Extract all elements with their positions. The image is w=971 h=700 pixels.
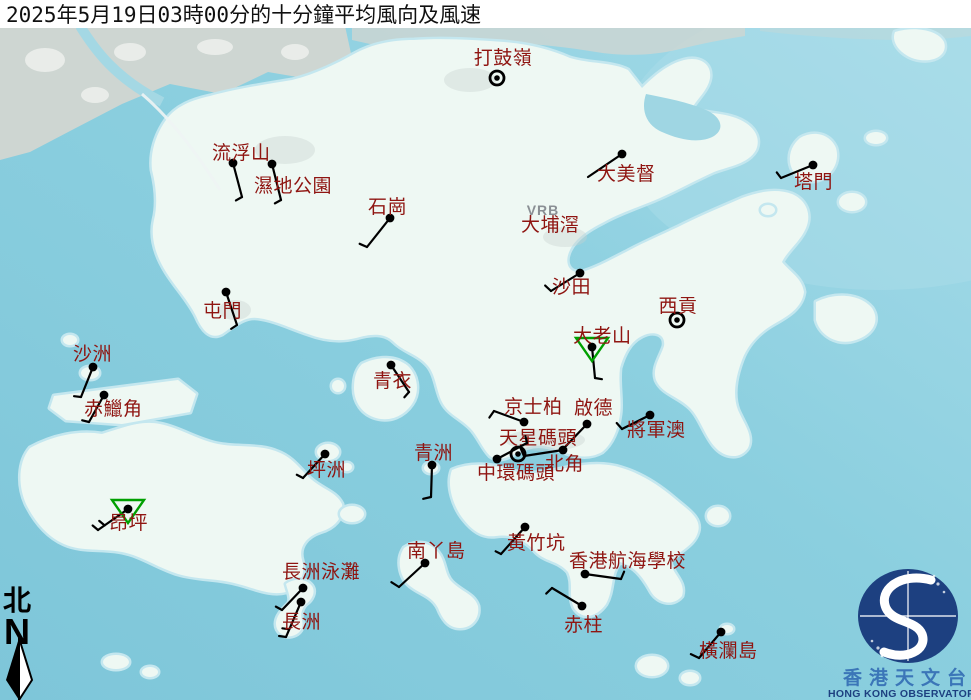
station-label: 打鼓嶺: [474, 47, 533, 69]
land-soko-islands: [103, 655, 129, 669]
station-label: 塔門: [794, 171, 833, 193]
station-label: 坪洲: [307, 459, 346, 481]
urban-patch: [114, 43, 146, 61]
station-dot: [297, 598, 306, 607]
islet: [866, 132, 886, 144]
dot: [936, 582, 939, 585]
station-label: 赤鱲角: [84, 398, 143, 420]
land-high-island: [816, 296, 875, 342]
urban-patch: [81, 87, 109, 103]
station-dot: [520, 418, 529, 427]
islet: [761, 205, 775, 215]
station-dot: [321, 450, 330, 459]
station-label: 啟德: [574, 397, 613, 419]
wind-barb-tick: [595, 378, 602, 379]
dot: [933, 575, 936, 578]
station-dot: [646, 411, 655, 420]
dot: [881, 655, 884, 658]
station-label: 將軍澳: [627, 419, 686, 441]
wind-barb-tick: [74, 396, 81, 397]
wind-barb-tick: [525, 436, 527, 443]
islet: [839, 193, 865, 211]
station-label: 流浮山: [212, 142, 271, 164]
station-label: 青衣: [373, 370, 412, 392]
station-dot: [809, 161, 818, 170]
islet: [681, 672, 699, 684]
wind-barb-tick: [279, 636, 286, 637]
map-title: 2025年5月19日03時00分的十分鐘平均風向及風速: [6, 3, 481, 27]
station-dot: [494, 75, 500, 81]
station-label: 赤柱: [564, 614, 603, 636]
hko-name-chinese: 香港天文台: [842, 666, 971, 689]
station-label: 京士柏: [504, 396, 563, 418]
station-dot: [515, 451, 521, 457]
station-dot: [387, 361, 396, 370]
hko-name-english: HONG KONG OBSERVATORY: [828, 688, 971, 700]
station-label: 大埔滘: [521, 214, 580, 236]
urban-patch: [281, 44, 309, 60]
station-label: 中環碼頭: [477, 462, 555, 484]
station-label: 沙洲: [73, 344, 112, 365]
station-dot: [268, 160, 277, 169]
dot: [943, 591, 946, 594]
station-dot: [299, 584, 308, 593]
station-label: 昂坪: [109, 512, 148, 534]
station-label: 沙田: [552, 277, 591, 298]
land-po-toi: [637, 656, 667, 676]
land-ma-wan: [332, 380, 344, 392]
station-label: 屯門: [203, 300, 242, 322]
station-dot: [521, 523, 530, 532]
land-hei-ling-chau: [340, 506, 364, 522]
station-label: 橫瀾島: [699, 640, 758, 662]
station-dot: [222, 288, 231, 297]
station-label: 香港航海學校: [569, 550, 686, 572]
station-label: 濕地公園: [254, 175, 332, 197]
station-label: 大美督: [597, 163, 656, 185]
station-dot: [583, 420, 592, 429]
station-label: 石崗: [368, 196, 407, 218]
station-label: 南丫島: [407, 540, 466, 562]
wind-barb-staff: [431, 465, 432, 497]
station-label: 大老山: [573, 325, 632, 347]
station-dot: [578, 602, 587, 611]
station-label: 黃竹坑: [507, 532, 566, 554]
station-dot: [618, 150, 627, 159]
station-label: 西貢: [658, 296, 697, 317]
dot: [871, 640, 874, 643]
station-label: 青洲: [414, 442, 453, 464]
hko-wind-map-screenshot: 打鼓嶺流浮山濕地公園石崗大美督塔門VRB大埔滘沙田屯門西貢沙洲赤鱲角大老山青衣京…: [0, 0, 971, 700]
station-dot: [717, 628, 726, 637]
station-dot: [674, 317, 680, 323]
dot: [876, 646, 879, 649]
hk-wind-map: 打鼓嶺流浮山濕地公園石崗大美督塔門VRB大埔滘沙田屯門西貢沙洲赤鱲角大老山青衣京…: [0, 0, 971, 700]
station-label: 長洲泳灘: [282, 561, 360, 583]
urban-patch: [197, 39, 233, 55]
urban-patch: [25, 48, 65, 72]
station-label: 天星碼頭: [499, 428, 577, 449]
urban-patch: [444, 68, 496, 92]
land-tung-lung: [707, 507, 729, 525]
islet: [142, 667, 158, 677]
station-label: 長洲: [282, 612, 321, 633]
